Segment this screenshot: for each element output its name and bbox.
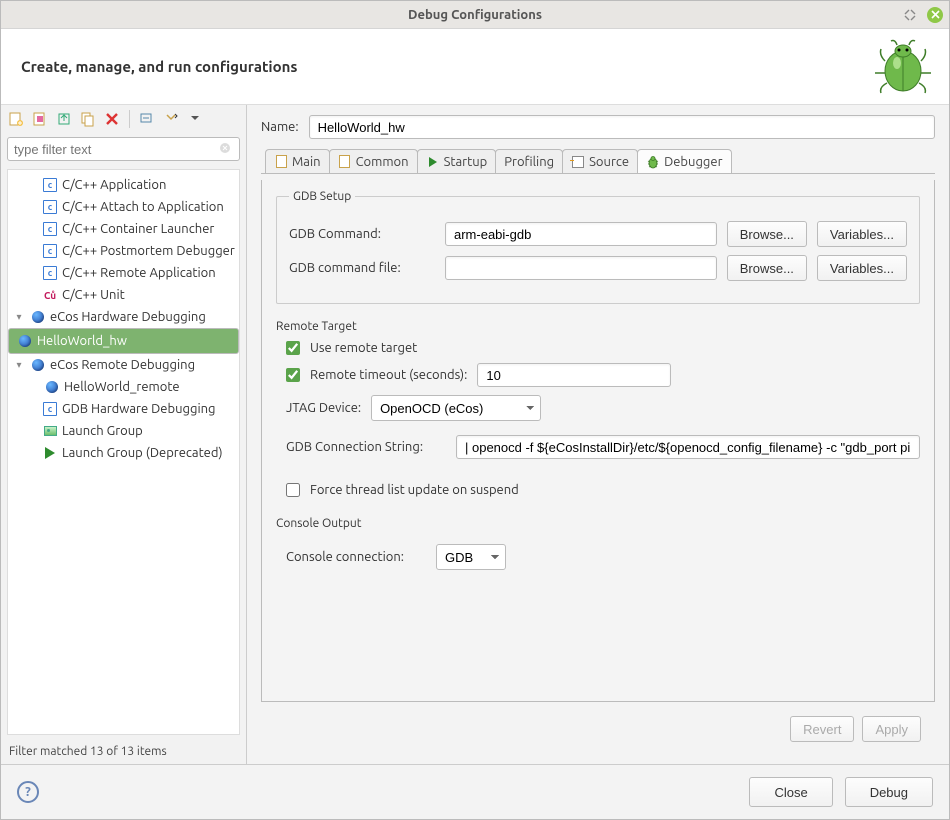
console-connection-select[interactable]: GDB	[436, 544, 506, 570]
export-icon[interactable]	[55, 110, 73, 128]
tree-item-ecos-hw[interactable]: ▾eCos Hardware Debugging	[8, 306, 239, 328]
tab-startup[interactable]: Startup	[417, 149, 497, 173]
document-icon	[338, 155, 352, 169]
remote-timeout-label: Remote timeout (seconds):	[310, 368, 467, 382]
launch-group-icon	[42, 423, 58, 439]
tree-item-helloworld-hw[interactable]: HelloWorld_hw	[8, 328, 239, 354]
new-prototype-icon[interactable]	[31, 110, 49, 128]
chevron-down-icon[interactable]: ▾	[12, 311, 26, 323]
gdb-file-variables-button[interactable]: Variables...	[817, 255, 907, 281]
globe-icon	[44, 379, 60, 395]
tab-source[interactable]: Source	[562, 149, 638, 173]
tab-common[interactable]: Common	[329, 149, 418, 173]
close-button[interactable]: Close	[749, 777, 832, 807]
console-connection-label: Console connection:	[286, 550, 426, 564]
document-icon	[274, 155, 288, 169]
left-panel: ▸cC/C++ Application ▸cC/C++ Attach to Ap…	[1, 105, 247, 764]
jtag-device-select[interactable]: OpenOCD (eCos)	[371, 395, 541, 421]
tree-item-gdb-hw[interactable]: ▸cGDB Hardware Debugging	[8, 398, 239, 420]
remote-timeout-checkbox[interactable]	[286, 368, 300, 382]
globe-icon	[17, 333, 33, 349]
close-icon[interactable]	[927, 7, 943, 23]
tree-item-ecos-remote[interactable]: ▾eCos Remote Debugging	[8, 354, 239, 376]
jtag-device-label: JTAG Device:	[286, 401, 361, 415]
bug-icon	[869, 37, 933, 100]
c-file-icon: c	[42, 177, 58, 193]
tab-bar: Main Common Startup Profiling Source Deb…	[261, 149, 935, 174]
c-file-icon: c	[42, 199, 58, 215]
duplicate-icon[interactable]	[79, 110, 97, 128]
source-icon	[571, 155, 585, 169]
filter-input[interactable]	[14, 142, 219, 157]
right-panel: Name: Main Common Startup Profiling Sour…	[247, 105, 949, 764]
c-file-icon: c	[42, 401, 58, 417]
c-file-icon: c	[42, 265, 58, 281]
filter-status: Filter matched 13 of 13 items	[1, 739, 246, 764]
globe-icon	[30, 309, 46, 325]
dialog-footer: ? Close Debug	[1, 764, 949, 819]
gdb-setup-legend: GDB Setup	[289, 190, 355, 203]
gdb-file-input[interactable]	[445, 256, 717, 280]
revert-button[interactable]: Revert	[790, 716, 854, 742]
tree-item-c-remote[interactable]: ▸cC/C++ Remote Application	[8, 262, 239, 284]
delete-icon[interactable]	[103, 110, 121, 128]
tab-main[interactable]: Main	[265, 149, 330, 173]
tab-panel-debugger: GDB Setup GDB Command: Browse... Variabl…	[261, 180, 935, 702]
name-input[interactable]	[309, 115, 935, 139]
tree-item-c-postmortem[interactable]: ▸cC/C++ Postmortem Debugger	[8, 240, 239, 262]
play-icon	[426, 155, 440, 169]
gdb-command-label: GDB Command:	[289, 227, 435, 241]
banner-heading: Create, manage, and run configurations	[21, 58, 298, 75]
use-remote-label: Use remote target	[310, 341, 417, 355]
dropdown-icon[interactable]	[186, 110, 204, 128]
gdb-command-browse-button[interactable]: Browse...	[727, 221, 807, 247]
chevron-down-icon[interactable]: ▾	[12, 359, 26, 371]
tree-item-launch-group-deprecated[interactable]: ▸Launch Group (Deprecated)	[8, 442, 239, 464]
gdb-connection-label: GDB Connection String:	[286, 440, 446, 454]
tree-item-c-unit[interactable]: ▸CůC/C++ Unit	[8, 284, 239, 306]
gdb-command-input[interactable]	[445, 222, 717, 246]
remote-timeout-input[interactable]	[477, 363, 671, 387]
bug-icon	[646, 155, 660, 169]
window-title: Debug Configurations	[408, 8, 542, 22]
maximize-icon[interactable]	[903, 8, 917, 22]
tree-item-helloworld-remote[interactable]: HelloWorld_remote	[8, 376, 239, 398]
tree-item-launch-group[interactable]: ▸Launch Group	[8, 420, 239, 442]
config-tree[interactable]: ▸cC/C++ Application ▸cC/C++ Attach to Ap…	[7, 169, 240, 735]
debug-button[interactable]: Debug	[845, 777, 933, 807]
gdb-setup-group: GDB Setup GDB Command: Browse... Variabl…	[276, 190, 920, 304]
gdb-file-browse-button[interactable]: Browse...	[727, 255, 807, 281]
tree-item-c-attach[interactable]: ▸cC/C++ Attach to Application	[8, 196, 239, 218]
globe-icon	[30, 357, 46, 373]
apply-button[interactable]: Apply	[862, 716, 921, 742]
force-thread-checkbox[interactable]	[286, 483, 300, 497]
filter-menu-icon[interactable]	[162, 110, 180, 128]
titlebar: Debug Configurations	[1, 1, 949, 29]
name-label: Name:	[261, 120, 299, 134]
force-thread-label: Force thread list update on suspend	[310, 483, 519, 497]
tree-item-c-container[interactable]: ▸cC/C++ Container Launcher	[8, 218, 239, 240]
console-output-title: Console Output	[276, 517, 920, 530]
help-icon[interactable]: ?	[17, 781, 39, 803]
filter-box[interactable]	[7, 137, 240, 161]
c-file-icon: c	[42, 243, 58, 259]
tab-profiling[interactable]: Profiling	[495, 149, 563, 173]
tree-item-c-app[interactable]: ▸cC/C++ Application	[8, 174, 239, 196]
separator	[129, 110, 130, 128]
gdb-file-label: GDB command file:	[289, 261, 435, 275]
use-remote-checkbox[interactable]	[286, 341, 300, 355]
gdb-command-variables-button[interactable]: Variables...	[817, 221, 907, 247]
c-file-icon: c	[42, 221, 58, 237]
c-unit-icon: Ců	[42, 287, 58, 303]
clear-filter-icon[interactable]	[219, 142, 233, 156]
gdb-connection-input[interactable]	[456, 435, 920, 459]
banner: Create, manage, and run configurations	[1, 29, 949, 105]
remote-target-title: Remote Target	[276, 320, 920, 333]
left-toolbar	[1, 105, 246, 133]
tab-debugger[interactable]: Debugger	[637, 149, 731, 173]
new-config-icon[interactable]	[7, 110, 25, 128]
collapse-all-icon[interactable]	[138, 110, 156, 128]
play-icon	[42, 445, 58, 461]
